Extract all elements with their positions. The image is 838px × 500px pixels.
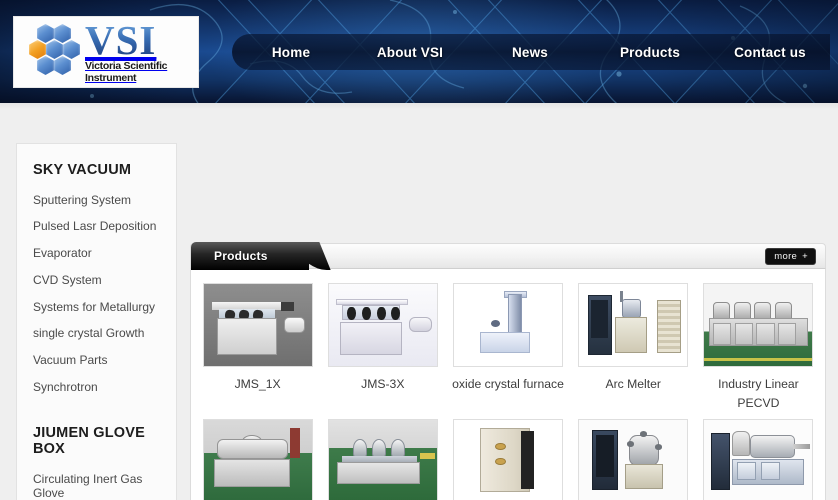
product-card-jms-1x[interactable]: JMS_1X [197,283,318,413]
sidebar-item-pulsed-laser-deposition[interactable]: Pulsed Lasr Deposition [17,214,176,241]
product-caption: Industry Linear PECVD [718,377,799,410]
tab-products[interactable]: Products [191,242,309,270]
content-panel: Products more + JMS_1X JMS-3X oxide crys… [190,242,826,500]
product-caption: Arc Melter [605,377,661,391]
more-button[interactable]: more + [765,248,816,265]
site-logo[interactable]: VSI Victoria Scientific Instrument [13,16,199,88]
sidebar-divider [17,401,176,425]
sidebar-item-single-crystal-growth[interactable]: single crystal Growth [17,321,176,348]
product-card-arc-melter[interactable]: Arc Melter [573,283,694,413]
sidebar-item-cvd-system[interactable]: CVD System [17,267,176,294]
sidebar-item-systems-for-metallurgy[interactable]: Systems for Metallurgy [17,294,176,321]
product-caption: oxide crystal furnace [452,377,564,391]
sidebar-heading-jiumen-glove-box: JIUMEN GLOVE BOX [33,425,145,458]
sidebar-item-sputtering-system[interactable]: Sputtering System [17,187,176,214]
product-grid: JMS_1X JMS-3X oxide crystal furnace Arc … [190,269,826,500]
product-card-e-beam-evaporator-eb900[interactable]: E-beam evaporator EB900 [447,418,568,500]
nav-contact[interactable]: Contact us [710,45,830,60]
hexagon-cluster-icon [21,22,83,82]
logo-wordmark: VSI [85,19,198,60]
product-thumbnail [703,283,814,367]
product-caption: JMS_1X [234,377,281,391]
product-thumbnail [453,283,563,367]
product-card-lljgp-560-magnetron-sputtering[interactable]: LLJGP-560 magnetron sputtering [698,418,819,500]
sidebar-item-vacuum-parts[interactable]: Vacuum Parts [17,348,176,375]
page-body: SKY VACUUM Sputtering System Pulsed Lasr… [0,103,838,500]
sidebar-heading-sky-vacuum: SKY VACUUM [33,162,132,178]
product-row: JMS_1X JMS-3X oxide crystal furnace Arc … [195,283,821,419]
product-card-clustre-pecvd[interactable]: Clustre PECVD [197,418,318,500]
product-thumbnail [202,283,313,367]
product-caption: JMS-3X [361,377,405,391]
nav-home[interactable]: Home [232,45,350,60]
product-thumbnail [327,418,438,500]
nav-products[interactable]: Products [590,45,710,60]
product-thumbnail [327,283,438,367]
sidebar-item-circulating-inert-gas-glove[interactable]: Circulating Inert Gas Glove [17,466,176,500]
nav-news[interactable]: News [470,45,590,60]
plus-icon: + [802,251,808,262]
main-navigation: Home About VSI News Products Contact us [232,34,830,70]
product-card-oxide-crystal-furnace[interactable]: oxide crystal furnace [447,283,568,413]
product-thumbnail [202,418,313,500]
product-card-jms-3x[interactable]: JMS-3X [322,283,443,413]
sidebar-item-synchrotron[interactable]: Synchrotron [17,375,176,402]
product-thumbnail [578,283,689,367]
product-card-laser-mbe-450[interactable]: Laser MBE 450 [573,418,694,500]
sidebar-item-evaporator[interactable]: Evaporator [17,241,176,268]
product-row: Clustre PECVD Molecular Beam Epitaxy sys… [195,418,821,500]
site-header: VSI Victoria Scientific Instrument Home … [0,0,838,103]
more-label: more [774,251,798,262]
product-thumbnail [703,418,814,500]
content-tabbar: Products more + [190,242,826,270]
product-card-industry-linear-pecvd[interactable]: Industry Linear PECVD [698,283,819,413]
logo-tagline: Victoria Scientific Instrument [85,59,168,84]
product-card-molecular-beam-epitaxy-system[interactable]: Molecular Beam Epitaxy system [322,418,443,500]
sidebar: SKY VACUUM Sputtering System Pulsed Lasr… [16,143,177,500]
product-thumbnail [453,418,563,500]
product-thumbnail [578,418,689,500]
nav-about[interactable]: About VSI [350,45,470,60]
